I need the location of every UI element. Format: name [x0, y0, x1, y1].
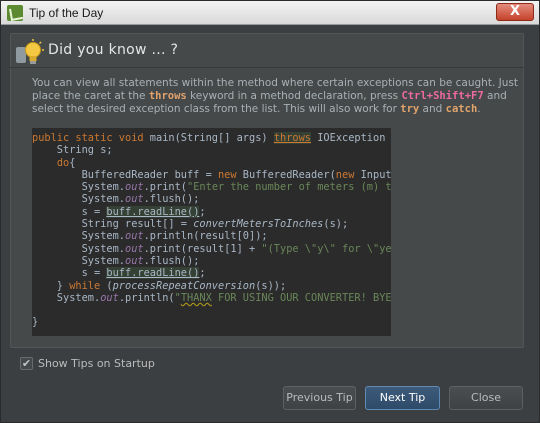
app-icon	[7, 5, 23, 21]
code-line: } while (processRepeatConversion(s));	[32, 279, 287, 292]
tip-shortcut: Ctrl+Shift+F7	[401, 90, 484, 103]
previous-tip-button[interactable]: Previous Tip	[283, 386, 356, 410]
code-line: s = buff.readLine();	[32, 205, 206, 218]
code-line: System.out.flush();	[32, 254, 200, 267]
code-line: }	[32, 316, 39, 329]
show-tips-checkbox[interactable]: ✔	[20, 357, 33, 370]
code-line: System.out.print("Enter the number of me…	[32, 181, 391, 194]
code-line: System.out.println(result[0]);	[32, 230, 268, 243]
title-bar[interactable]: Tip of the Day X	[1, 1, 539, 25]
tip-text: and	[419, 103, 446, 116]
lightbulb-icon	[16, 39, 44, 64]
code-line: System.out.print(result[1] + "(Type \"y\…	[32, 242, 391, 255]
tip-keyword-throws: throws	[148, 90, 187, 103]
show-tips-label[interactable]: Show Tips on Startup	[38, 357, 155, 370]
code-example: public static void main(String[] args) t…	[32, 128, 391, 336]
code-line: System.out.flush();	[32, 193, 200, 206]
code-line: String result[] = convertMetersToInches(…	[32, 218, 349, 231]
window-title: Tip of the Day	[29, 6, 104, 20]
tip-description: You can view all statements within the m…	[32, 77, 522, 117]
code-line: do{	[56, 156, 76, 169]
tip-keyword-catch: catch	[445, 103, 478, 116]
header-divider	[10, 67, 524, 68]
tip-text: .	[477, 103, 481, 116]
close-icon: X	[509, 4, 521, 19]
check-icon: ✔	[21, 357, 32, 370]
tip-of-the-day-dialog: Tip of the Day X Did you know ... ? You …	[0, 0, 540, 423]
tip-header: Did you know ... ?	[48, 42, 179, 58]
code-line: System.out.println("THANX FOR USING OUR …	[32, 291, 391, 304]
tip-keyword-try: try	[400, 103, 420, 116]
code-line: BufferedReader buff = new BufferedReader…	[32, 168, 391, 181]
code-line: public static void main(String[] args) t…	[32, 132, 391, 144]
window-close-button[interactable]: X	[496, 3, 534, 21]
close-button[interactable]: Close	[449, 386, 523, 410]
next-tip-button[interactable]: Next Tip	[365, 386, 440, 410]
code-line: String s;	[32, 144, 113, 157]
code-line: s = buff.readLine();	[32, 267, 206, 280]
tip-text: keyword in a method declaration, press	[186, 90, 402, 103]
